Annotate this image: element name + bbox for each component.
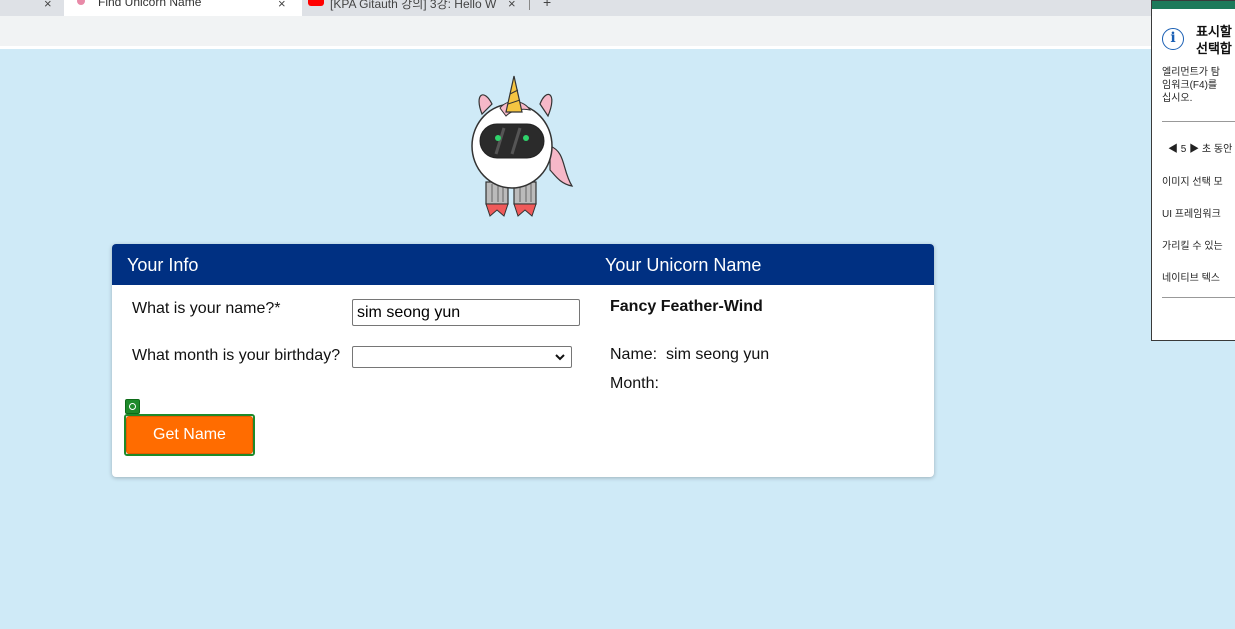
panel-delay-option[interactable]: ◀ 5 ▶ 초 동안	[1168, 140, 1232, 155]
panel-native-text-option[interactable]: 네이티브 텍스	[1162, 269, 1220, 284]
close-tab-icon[interactable]: ×	[44, 0, 52, 11]
birthday-label: What month is your birthday?	[132, 347, 341, 364]
highlight-badge-icon	[125, 399, 140, 414]
name-result-line: Name: sim seong yun	[610, 346, 769, 364]
panel-pointable-option[interactable]: 가리킬 수 있는	[1162, 237, 1223, 252]
name-result-value: sim seong yun	[666, 346, 770, 363]
chevron-down-icon	[555, 354, 565, 361]
tab-favicon-icon	[77, 0, 85, 5]
browser-tabstrip: × Find Unicorn Name × [KPA Gitauth 강의] 3…	[0, 0, 1235, 16]
name-result-label: Name:	[610, 346, 658, 363]
panel-desc-1: 엘리먼트가 탐	[1162, 67, 1220, 78]
tab-title: Find Unicorn Name	[98, 0, 202, 9]
panel-ui-framework-option[interactable]: UI 프레임워크	[1162, 205, 1221, 220]
unicorn-name-result: Fancy Feather-Wind	[610, 298, 763, 315]
your-unicorn-name-heading: Your Unicorn Name	[605, 255, 762, 275]
panel-divider	[1162, 297, 1235, 298]
panel-divider	[1162, 121, 1235, 122]
unicorn-mascot-icon	[471, 75, 574, 217]
tab-title: [KPA Gitauth 강의] 3강: Hello W	[330, 0, 497, 11]
toolbar-divider	[0, 46, 1235, 49]
panel-desc-3: 십시오.	[1162, 93, 1193, 104]
panel-desc-2: 임워크(F4)를	[1162, 80, 1218, 91]
birthday-month-select[interactable]	[352, 346, 572, 368]
side-helper-panel: i 표시할 선택합 엘리먼트가 탐 임워크(F4)를 십시오. ◀ 5 ▶ 초 …	[1151, 0, 1235, 341]
panel-title-bar	[1152, 1, 1235, 9]
info-icon: i	[1162, 28, 1184, 50]
close-tab-icon[interactable]: ×	[278, 0, 286, 11]
youtube-icon	[308, 0, 324, 6]
panel-heading-2: 선택합	[1196, 41, 1232, 56]
tab-find-unicorn-name[interactable]: Find Unicorn Name ×	[64, 0, 302, 16]
month-result-label: Month:	[610, 375, 659, 392]
panel-image-select-option[interactable]: 이미지 선택 모	[1162, 173, 1223, 188]
unicorn-name-card: Your Info Your Unicorn Name What is your…	[112, 244, 934, 477]
close-tab-icon[interactable]: ×	[508, 0, 516, 11]
tab-youtube-video[interactable]: [KPA Gitauth 강의] 3강: Hello W ×	[302, 0, 532, 16]
get-name-button[interactable]: Get Name	[126, 416, 253, 454]
tab-separator	[529, 0, 530, 10]
browser-toolbar	[0, 16, 1235, 46]
name-input[interactable]	[352, 299, 580, 326]
new-tab-icon[interactable]: +	[543, 0, 551, 10]
your-info-heading: Your Info	[127, 255, 199, 275]
name-label: What is your name?*	[132, 300, 281, 317]
card-header: Your Info Your Unicorn Name	[112, 244, 934, 285]
